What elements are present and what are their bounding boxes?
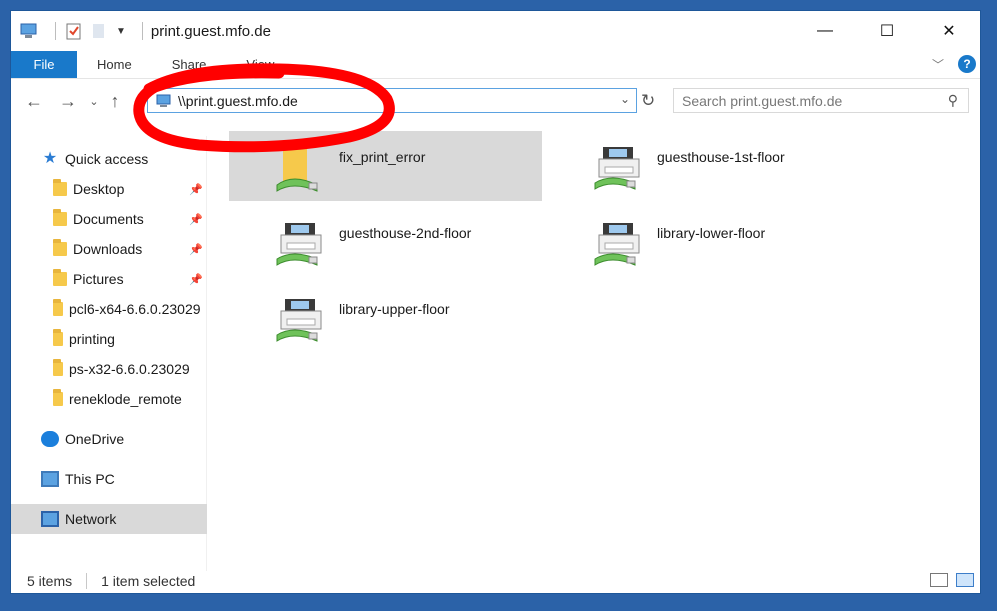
forward-button[interactable]: → xyxy=(51,91,85,112)
sidebar-item-network[interactable]: Network xyxy=(11,504,207,534)
ribbon-tabs: File Home Share View ﹀ ? xyxy=(11,51,980,79)
sidebar-item-label: Quick access xyxy=(65,151,149,167)
help-button[interactable]: ? xyxy=(958,55,976,73)
item-guesthouse-2nd-floor[interactable]: guesthouse-2nd-floor xyxy=(229,207,542,277)
pictures-folder-icon xyxy=(53,269,67,286)
search-input[interactable]: Search print.guest.mfo.de ⚲ xyxy=(673,88,969,113)
sidebar-item-label: Downloads xyxy=(73,241,143,257)
sidebar-item-label: printing xyxy=(69,331,115,347)
refresh-button[interactable]: ↻ xyxy=(641,91,655,111)
toolbar-separator xyxy=(55,22,56,40)
star-icon: ★ xyxy=(42,150,58,167)
sidebar-item-pictures[interactable]: Pictures 📌 xyxy=(11,264,207,294)
tab-home[interactable]: Home xyxy=(77,51,152,78)
close-button[interactable]: ✕ xyxy=(918,11,980,51)
this-pc-icon xyxy=(41,471,59,487)
address-dropdown-icon[interactable]: ⌄ xyxy=(620,92,630,106)
sidebar-item-label: Network xyxy=(65,511,117,527)
pin-icon: 📌 xyxy=(189,213,203,226)
pin-icon: 📌 xyxy=(189,273,203,286)
expand-ribbon-icon[interactable]: ﹀ xyxy=(932,56,944,73)
view-buttons xyxy=(930,573,974,587)
printer-icon xyxy=(276,299,322,342)
tab-view[interactable]: View xyxy=(226,51,294,78)
customize-toolbar-dropdown[interactable]: ▼ xyxy=(116,26,126,37)
window-controls: — ☐ ✕ xyxy=(794,11,980,51)
sidebar-item-downloads[interactable]: Downloads 📌 xyxy=(11,234,207,264)
large-icons-view-icon[interactable] xyxy=(956,573,974,587)
sidebar-item-label: This PC xyxy=(65,471,115,487)
address-path: \\print.guest.mfo.de xyxy=(178,92,298,109)
network-computer-icon xyxy=(156,94,171,107)
folder-icon xyxy=(53,389,63,406)
sidebar-item-documents[interactable]: Documents 📌 xyxy=(11,204,207,234)
item-guesthouse-1st-floor[interactable]: guesthouse-1st-floor xyxy=(547,131,860,201)
sidebar-item-label: OneDrive xyxy=(65,431,125,447)
tab-share[interactable]: Share xyxy=(152,51,227,78)
sidebar-item-desktop[interactable]: Desktop 📌 xyxy=(11,174,207,204)
new-folder-icon[interactable] xyxy=(92,22,106,40)
search-placeholder: Search print.guest.mfo.de xyxy=(682,92,843,109)
status-separator xyxy=(86,573,88,589)
desktop-folder-icon xyxy=(53,179,67,196)
sidebar-item-printing[interactable]: printing xyxy=(11,324,207,354)
shared-folder-icon xyxy=(276,143,318,192)
window-title: print.guest.mfo.de xyxy=(150,22,271,40)
downloads-folder-icon xyxy=(53,239,67,256)
item-count: 5 items xyxy=(27,573,73,589)
tab-file[interactable]: File xyxy=(11,51,77,78)
pin-icon: 📌 xyxy=(189,183,203,196)
properties-icon[interactable] xyxy=(66,22,82,40)
sidebar-item-ps-x32[interactable]: ps-x32-6.6.0.23029 xyxy=(11,354,207,384)
address-row: ← → ⌄ ↑ \\print.guest.mfo.de ⌄ ↻ Search … xyxy=(11,81,980,121)
maximize-button[interactable]: ☐ xyxy=(856,11,918,51)
recent-locations-dropdown[interactable]: ⌄ xyxy=(85,95,103,108)
search-icon: ⚲ xyxy=(947,92,958,108)
item-library-upper-floor[interactable]: library-upper-floor xyxy=(229,283,542,353)
sidebar-item-label: reneklode_remote xyxy=(69,391,182,407)
network-icon xyxy=(41,511,59,527)
navigation-pane: ★ Quick access Desktop 📌 Documents 📌 Dow… xyxy=(11,136,207,571)
item-label: guesthouse-2nd-floor xyxy=(339,225,472,241)
item-fix-print-error[interactable]: fix_print_error xyxy=(229,131,542,201)
onedrive-cloud-icon xyxy=(41,431,59,447)
quick-access-toolbar: ▼ xyxy=(11,22,143,40)
sidebar-item-label: Pictures xyxy=(73,271,124,287)
sidebar-item-this-pc[interactable]: This PC xyxy=(11,464,207,494)
documents-folder-icon xyxy=(53,209,67,226)
folder-icon xyxy=(53,359,63,376)
address-bar[interactable]: \\print.guest.mfo.de ⌄ xyxy=(147,88,637,113)
file-list: fix_print_error guesthouse-1st-floor gue… xyxy=(211,129,980,569)
title-bar: ▼ print.guest.mfo.de — ☐ ✕ xyxy=(11,11,980,51)
printer-icon xyxy=(594,147,640,190)
folder-icon xyxy=(53,299,63,316)
computer-icon[interactable] xyxy=(19,22,39,40)
sidebar-item-label: ps-x32-6.6.0.23029 xyxy=(69,361,190,377)
sidebar-item-quick-access[interactable]: ★ Quick access xyxy=(11,144,207,174)
minimize-button[interactable]: — xyxy=(794,11,856,51)
item-label: guesthouse-1st-floor xyxy=(657,149,785,165)
ribbon-right: ﹀ ? xyxy=(932,55,976,73)
up-button[interactable]: ↑ xyxy=(103,91,127,112)
explorer-window: ▼ print.guest.mfo.de — ☐ ✕ File Home Sha… xyxy=(10,10,981,594)
item-label: library-upper-floor xyxy=(339,301,450,317)
sidebar-item-pcl6[interactable]: pcl6-x64-6.6.0.23029 xyxy=(11,294,207,324)
sidebar-item-onedrive[interactable]: OneDrive xyxy=(11,424,207,454)
selection-count: 1 item selected xyxy=(101,573,196,589)
sidebar-item-label: Documents xyxy=(73,211,144,227)
item-library-lower-floor[interactable]: library-lower-floor xyxy=(547,207,860,277)
details-view-icon[interactable] xyxy=(930,573,948,587)
item-label: fix_print_error xyxy=(339,149,426,165)
back-button[interactable]: ← xyxy=(17,91,51,112)
pin-icon: 📌 xyxy=(189,243,203,256)
sidebar-item-label: Desktop xyxy=(73,181,125,197)
title-separator xyxy=(141,22,143,40)
sidebar-item-reneklode[interactable]: reneklode_remote xyxy=(11,384,207,414)
sidebar-item-label: pcl6-x64-6.6.0.23029 xyxy=(69,301,201,317)
folder-icon xyxy=(53,329,63,346)
status-bar: 5 items 1 item selected xyxy=(11,569,980,593)
printer-icon xyxy=(594,223,640,266)
item-label: library-lower-floor xyxy=(657,225,766,241)
printer-icon xyxy=(276,223,322,266)
